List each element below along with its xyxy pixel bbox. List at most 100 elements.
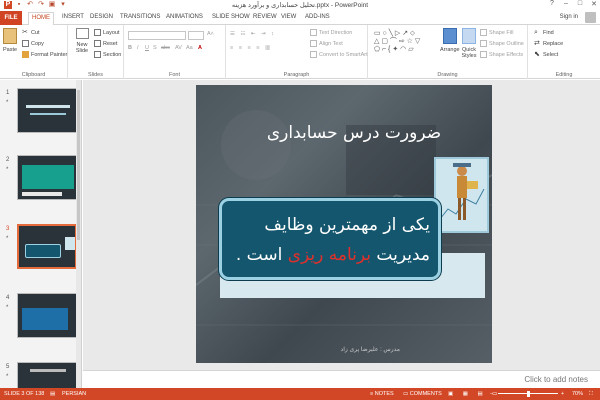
slides-group: New Slide Layout Reset Section Slides: [68, 25, 124, 79]
zoom-slider-thumb[interactable]: [527, 391, 530, 397]
thumb-number: 1: [6, 90, 10, 96]
callout-line-2: مدیریت برنامه ریزی است .: [230, 245, 430, 265]
bold-button[interactable]: B: [128, 45, 132, 51]
text-direction-button[interactable]: Text Direction: [310, 29, 352, 36]
tab-slide-show[interactable]: SLIDE SHOW: [212, 14, 250, 20]
maximize-button[interactable]: □: [576, 0, 584, 8]
italic-button[interactable]: I: [137, 45, 139, 51]
slide-thumbnail-1[interactable]: [17, 88, 77, 133]
scissors-icon: ✂: [22, 29, 28, 36]
align-buttons[interactable]: ≡ ≡ ≡ ≡ ▥: [230, 45, 272, 51]
zoom-in-button[interactable]: +: [561, 391, 564, 397]
section-button[interactable]: Section: [94, 51, 121, 58]
minimize-button[interactable]: –: [562, 0, 570, 8]
callout-text-box[interactable]: یکی از مهمترین وظایف مدیریت برنامه ریزی …: [219, 198, 441, 280]
layout-button[interactable]: Layout: [94, 29, 120, 36]
view-buttons[interactable]: ▣ ▦ ▤ ▭: [448, 391, 501, 397]
notes-placeholder[interactable]: Click to add notes: [524, 375, 588, 384]
ribbon-tabs: FILE HOME INSERT DESIGN TRANSITIONS ANIM…: [0, 11, 600, 25]
tab-insert[interactable]: INSERT: [62, 14, 84, 20]
callout-line-1: یکی از مهمترین وظایف: [264, 215, 430, 235]
list-buttons[interactable]: ☰ ☷ ⇤ ⇥ ↕: [230, 31, 276, 37]
sign-in-link[interactable]: Sign in: [560, 14, 578, 20]
tab-animations[interactable]: ANIMATIONS: [166, 14, 203, 20]
shape-outline-button[interactable]: Shape Outline: [480, 40, 524, 47]
shadow-button[interactable]: S: [153, 45, 157, 51]
align-text-button[interactable]: Align Text: [310, 40, 343, 47]
reset-button[interactable]: Reset: [94, 40, 117, 47]
shape-effects-button[interactable]: Shape Effects: [480, 51, 523, 58]
drawing-group: ▭ ○ ╲ ▷ ↗ ⬦ △ ▢ ⌒ ⇨ ☆ ▽ ⬠ ⌐ { ✦ ◠ ▱ Arrang…: [368, 25, 528, 79]
tab-transitions[interactable]: TRANSITIONS: [120, 14, 160, 20]
cut-button[interactable]: ✂ Cut: [22, 29, 40, 36]
callout-highlight-text: برنامه ریزی: [287, 245, 372, 265]
zoom-level[interactable]: 70%: [572, 391, 583, 397]
slide-title[interactable]: ضرورت درس حسابداری: [236, 123, 472, 143]
shapes-gallery[interactable]: ▭ ○ ╲ ▷ ↗ ⬦ △ ▢ ⌒ ⇨ ☆ ▽ ⬠ ⌐ { ✦ ◠ ▱: [374, 30, 420, 54]
smartart-icon: [310, 51, 317, 58]
copy-icon: [22, 40, 29, 47]
arrange-button[interactable]: Arrange: [440, 28, 460, 53]
slide-thumbnail-5[interactable]: [17, 362, 77, 388]
strikethrough-button[interactable]: abc: [161, 45, 170, 51]
shape-fill-button[interactable]: Shape Fill: [480, 29, 513, 36]
tab-view[interactable]: VIEW: [281, 14, 296, 20]
thumbnail-scrollbar[interactable]: [76, 80, 81, 388]
callout-line-2-end: است .: [235, 245, 288, 265]
thumb-number: 3: [6, 226, 10, 232]
change-case-button[interactable]: Aa: [186, 45, 193, 51]
char-spacing-button[interactable]: AV: [175, 45, 182, 51]
notes-pane[interactable]: Click to add notes: [83, 370, 600, 388]
language-indicator[interactable]: PERSIAN: [62, 391, 86, 397]
slide-thumbnail-panel: 1 * 2 * 3 * 4 * 5 *: [0, 80, 82, 388]
format-painter-button[interactable]: Format Painter: [22, 51, 67, 58]
font-group: A˄ B I U S abc AV Aa A Font: [124, 25, 226, 79]
font-size-box[interactable]: [188, 31, 204, 40]
tab-add-ins[interactable]: ADD-INS: [305, 14, 330, 20]
thumb-star: *: [6, 236, 9, 242]
window-title: تحلیل حسابداری و برآورد هزینه.pptx - Pow…: [231, 2, 369, 9]
notes-toggle[interactable]: ≡ NOTES: [370, 391, 394, 397]
current-slide[interactable]: ضرورت درس حسابداری یکی از مهمترین وظایف …: [196, 85, 492, 363]
scrollbar-thumb[interactable]: [77, 90, 80, 240]
quick-styles-button[interactable]: Quick Styles: [460, 28, 478, 59]
font-name-box[interactable]: [128, 31, 186, 40]
tab-review[interactable]: REVIEW: [253, 14, 277, 20]
new-slide-button[interactable]: New Slide: [72, 28, 92, 54]
fit-slide-icon[interactable]: ⛶: [589, 391, 593, 398]
layout-icon: [94, 29, 101, 36]
close-button[interactable]: ✕: [590, 0, 598, 8]
zoom-out-button[interactable]: −: [490, 391, 493, 397]
convert-smartart-button[interactable]: Convert to SmartArt: [310, 51, 368, 58]
thumb-star: *: [6, 305, 9, 311]
presenter-name: مدرس : علیرضا پری زاد: [340, 347, 400, 353]
slide-thumbnail-3[interactable]: [17, 224, 77, 269]
comments-label: COMMENTS: [409, 391, 442, 397]
tab-file[interactable]: FILE: [0, 11, 22, 25]
help-button[interactable]: ?: [548, 0, 556, 8]
paste-button[interactable]: Paste: [3, 28, 17, 53]
tab-home[interactable]: HOME: [28, 12, 54, 25]
clipboard-group: Paste ✂ Cut Copy Format Painter Clipboar…: [0, 25, 68, 79]
find-button[interactable]: ⌕ Find: [534, 29, 554, 36]
select-button[interactable]: ⬉ Select: [534, 51, 558, 58]
spellcheck-icon[interactable]: ▤: [50, 391, 55, 397]
font-color-button[interactable]: A: [198, 45, 202, 51]
editing-group: ⌕ Find ⇄ Replace ⬉ Select Editing: [528, 25, 600, 79]
comments-toggle[interactable]: ▭ COMMENTS: [403, 391, 442, 397]
reset-icon: [94, 40, 101, 47]
quick-styles-icon: [462, 28, 476, 44]
underline-button[interactable]: U: [145, 45, 149, 51]
replace-button[interactable]: ⇄ Replace: [534, 40, 563, 47]
comment-icon: ▭: [403, 391, 410, 397]
clipart-businessman-image[interactable]: [434, 157, 489, 233]
grow-font-icon[interactable]: A˄: [207, 31, 214, 37]
title-bar: P ▪ ↶ ↷ ▣ ▾ تحلیل حسابداری و برآورد هزین…: [0, 0, 600, 11]
tab-design[interactable]: DESIGN: [90, 14, 113, 20]
slide-thumbnail-2[interactable]: [17, 155, 77, 200]
slide-thumbnail-4[interactable]: [17, 293, 77, 338]
avatar[interactable]: [585, 12, 596, 23]
copy-button[interactable]: Copy: [22, 40, 44, 47]
thumb-star: *: [6, 100, 9, 106]
thumb-number: 2: [6, 157, 10, 163]
